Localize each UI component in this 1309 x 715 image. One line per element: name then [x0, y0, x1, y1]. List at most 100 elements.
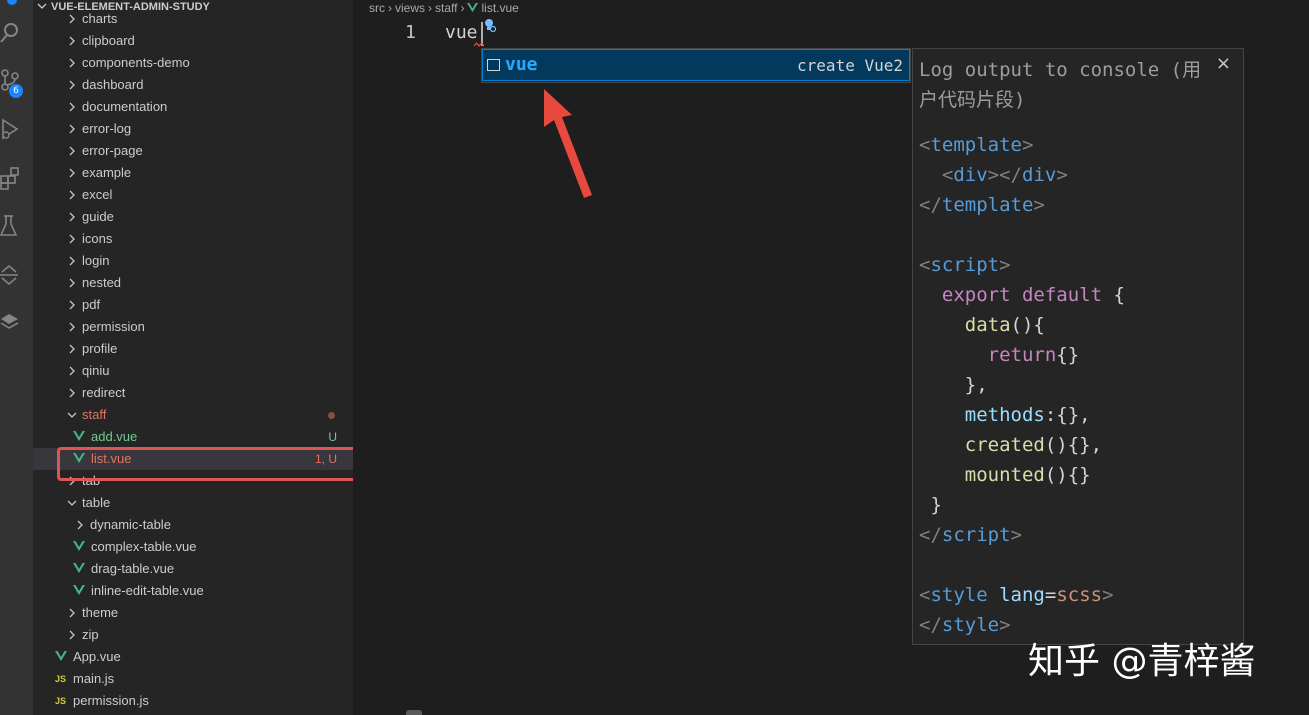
- breadcrumb-item[interactable]: views: [395, 0, 425, 16]
- tree-folder[interactable]: zip: [33, 624, 353, 646]
- tree-folder[interactable]: theme: [33, 602, 353, 624]
- watermark: 知乎 @青梓酱: [1028, 641, 1256, 682]
- chevron-right-icon: [69, 300, 75, 310]
- chevron-right-icon: [69, 102, 75, 112]
- chevron-right-icon: [69, 168, 75, 178]
- chevron-right-icon: [69, 212, 75, 222]
- chevron-right-icon: [69, 146, 75, 156]
- chevron-right-icon: [69, 234, 75, 244]
- remote-icon[interactable]: [0, 262, 20, 286]
- tree-folder[interactable]: redirect: [33, 382, 353, 404]
- beaker-icon[interactable]: [0, 214, 20, 238]
- tree-folder[interactable]: excel: [33, 184, 353, 206]
- tree-file[interactable]: add.vue U: [33, 426, 353, 448]
- scrollbar-thumb[interactable]: [406, 710, 422, 715]
- tree-folder[interactable]: pdf: [33, 294, 353, 316]
- tree-file[interactable]: JS permission.js: [33, 690, 353, 712]
- tree-folder[interactable]: staff: [33, 404, 353, 426]
- tree-folder[interactable]: nested: [33, 272, 353, 294]
- tree-item-label: zip: [82, 627, 99, 642]
- tree-item-label: table: [82, 495, 111, 510]
- snippet-preview: <template> <div></div> </template> <script…: [919, 130, 1125, 640]
- suggest-widget: vue create Vue2: [481, 48, 911, 83]
- tree-item-label: clipboard: [82, 33, 135, 48]
- files-icon[interactable]: [0, 0, 20, 14]
- extensions-icon[interactable]: [0, 166, 20, 190]
- tree-file[interactable]: inline-edit-table.vue: [33, 580, 353, 602]
- tree-folder[interactable]: error-log: [33, 118, 353, 140]
- tree-file[interactable]: complex-table.vue: [33, 536, 353, 558]
- snippet-code-line: export default {: [941, 284, 1125, 306]
- tree-item-label: dynamic-table: [90, 517, 171, 532]
- snippet-code-line: [919, 220, 1125, 250]
- tree-folder[interactable]: login: [33, 250, 353, 272]
- chevron-right-icon: ›: [460, 1, 465, 15]
- chevron-down-icon: [67, 412, 77, 418]
- tree-item-label: complex-table.vue: [91, 539, 197, 554]
- breadcrumb-item[interactable]: staff: [435, 0, 457, 16]
- chevron-down-icon: [67, 500, 77, 506]
- suggest-item[interactable]: vue create Vue2: [482, 49, 910, 81]
- chevron-right-icon: [69, 278, 75, 288]
- tree-item-label: charts: [82, 11, 118, 26]
- tree-folder[interactable]: dashboard: [33, 74, 353, 96]
- js-file-icon: JS: [55, 674, 67, 684]
- modified-dot: [328, 412, 335, 419]
- search-icon[interactable]: [0, 20, 20, 44]
- lightbulb-icon[interactable]: [482, 17, 496, 33]
- tree-file[interactable]: JS main.js: [33, 668, 353, 690]
- chevron-right-icon: [69, 388, 75, 398]
- line-number: 1: [405, 22, 416, 43]
- tree-item-label: permission: [82, 319, 145, 334]
- snippet-code-line: },: [919, 374, 988, 396]
- snippet-code-line: }: [919, 494, 942, 516]
- snippet-code-line: data(){: [964, 314, 1045, 336]
- git-status-badge: U: [328, 430, 337, 444]
- snippet-code-line: <template>: [919, 134, 1034, 156]
- breadcrumb-file[interactable]: list.vue: [481, 0, 518, 16]
- chevron-right-icon: [69, 14, 75, 24]
- activity-bar: 6: [0, 0, 33, 715]
- tree-folder[interactable]: table: [33, 492, 353, 514]
- tree-folder[interactable]: qiniu: [33, 360, 353, 382]
- breadcrumb-item[interactable]: src: [369, 0, 385, 16]
- suggest-details: Log output to console (用户代码片段) × <templa…: [912, 48, 1244, 645]
- code-line[interactable]: vue: [445, 22, 478, 43]
- js-file-icon: JS: [55, 696, 67, 706]
- tree-folder[interactable]: error-page: [33, 140, 353, 162]
- tree-folder[interactable]: documentation: [33, 96, 353, 118]
- snippet-code-line: <div></div>: [941, 164, 1068, 186]
- tree-file[interactable]: drag-table.vue: [33, 558, 353, 580]
- chevron-right-icon: [69, 344, 75, 354]
- tree-file[interactable]: App.vue: [33, 646, 353, 668]
- run-debug-icon[interactable]: [0, 117, 20, 141]
- chevron-right-icon: [69, 322, 75, 332]
- tree-folder[interactable]: icons: [33, 228, 353, 250]
- layers-icon[interactable]: [0, 310, 20, 334]
- tree-folder[interactable]: components-demo: [33, 52, 353, 74]
- tree-folder[interactable]: example: [33, 162, 353, 184]
- chevron-right-icon: [69, 80, 75, 90]
- close-icon[interactable]: ×: [1216, 53, 1231, 74]
- breadcrumb: src › views › staff › list.vue: [369, 0, 519, 18]
- tree-folder[interactable]: permission: [33, 316, 353, 338]
- chevron-right-icon: [69, 608, 75, 618]
- tree-item-label: icons: [82, 231, 113, 246]
- snippet-code-line: </script>: [919, 524, 1022, 546]
- tree-folder[interactable]: charts: [33, 8, 353, 30]
- chevron-right-icon: [69, 58, 75, 68]
- tree-item-label: login: [82, 253, 110, 268]
- tree-folder[interactable]: profile: [33, 338, 353, 360]
- tree-folder[interactable]: dynamic-table: [33, 514, 353, 536]
- chevron-right-icon: [69, 190, 75, 200]
- explorer-sidebar: VUE-ELEMENT-ADMIN-STUDY charts clipboard c…: [33, 0, 353, 715]
- chevron-right-icon: [69, 366, 75, 376]
- tree-item-label: main.js: [73, 671, 115, 686]
- snippet-code-line: <script>: [919, 254, 1011, 276]
- tree-folder[interactable]: guide: [33, 206, 353, 228]
- tree-item-label: error-page: [82, 143, 143, 158]
- tree-folder[interactable]: clipboard: [33, 30, 353, 52]
- snippet-code-line: [919, 550, 1125, 580]
- vue-file-icon: [73, 541, 85, 551]
- tree-item-label: documentation: [82, 99, 168, 114]
